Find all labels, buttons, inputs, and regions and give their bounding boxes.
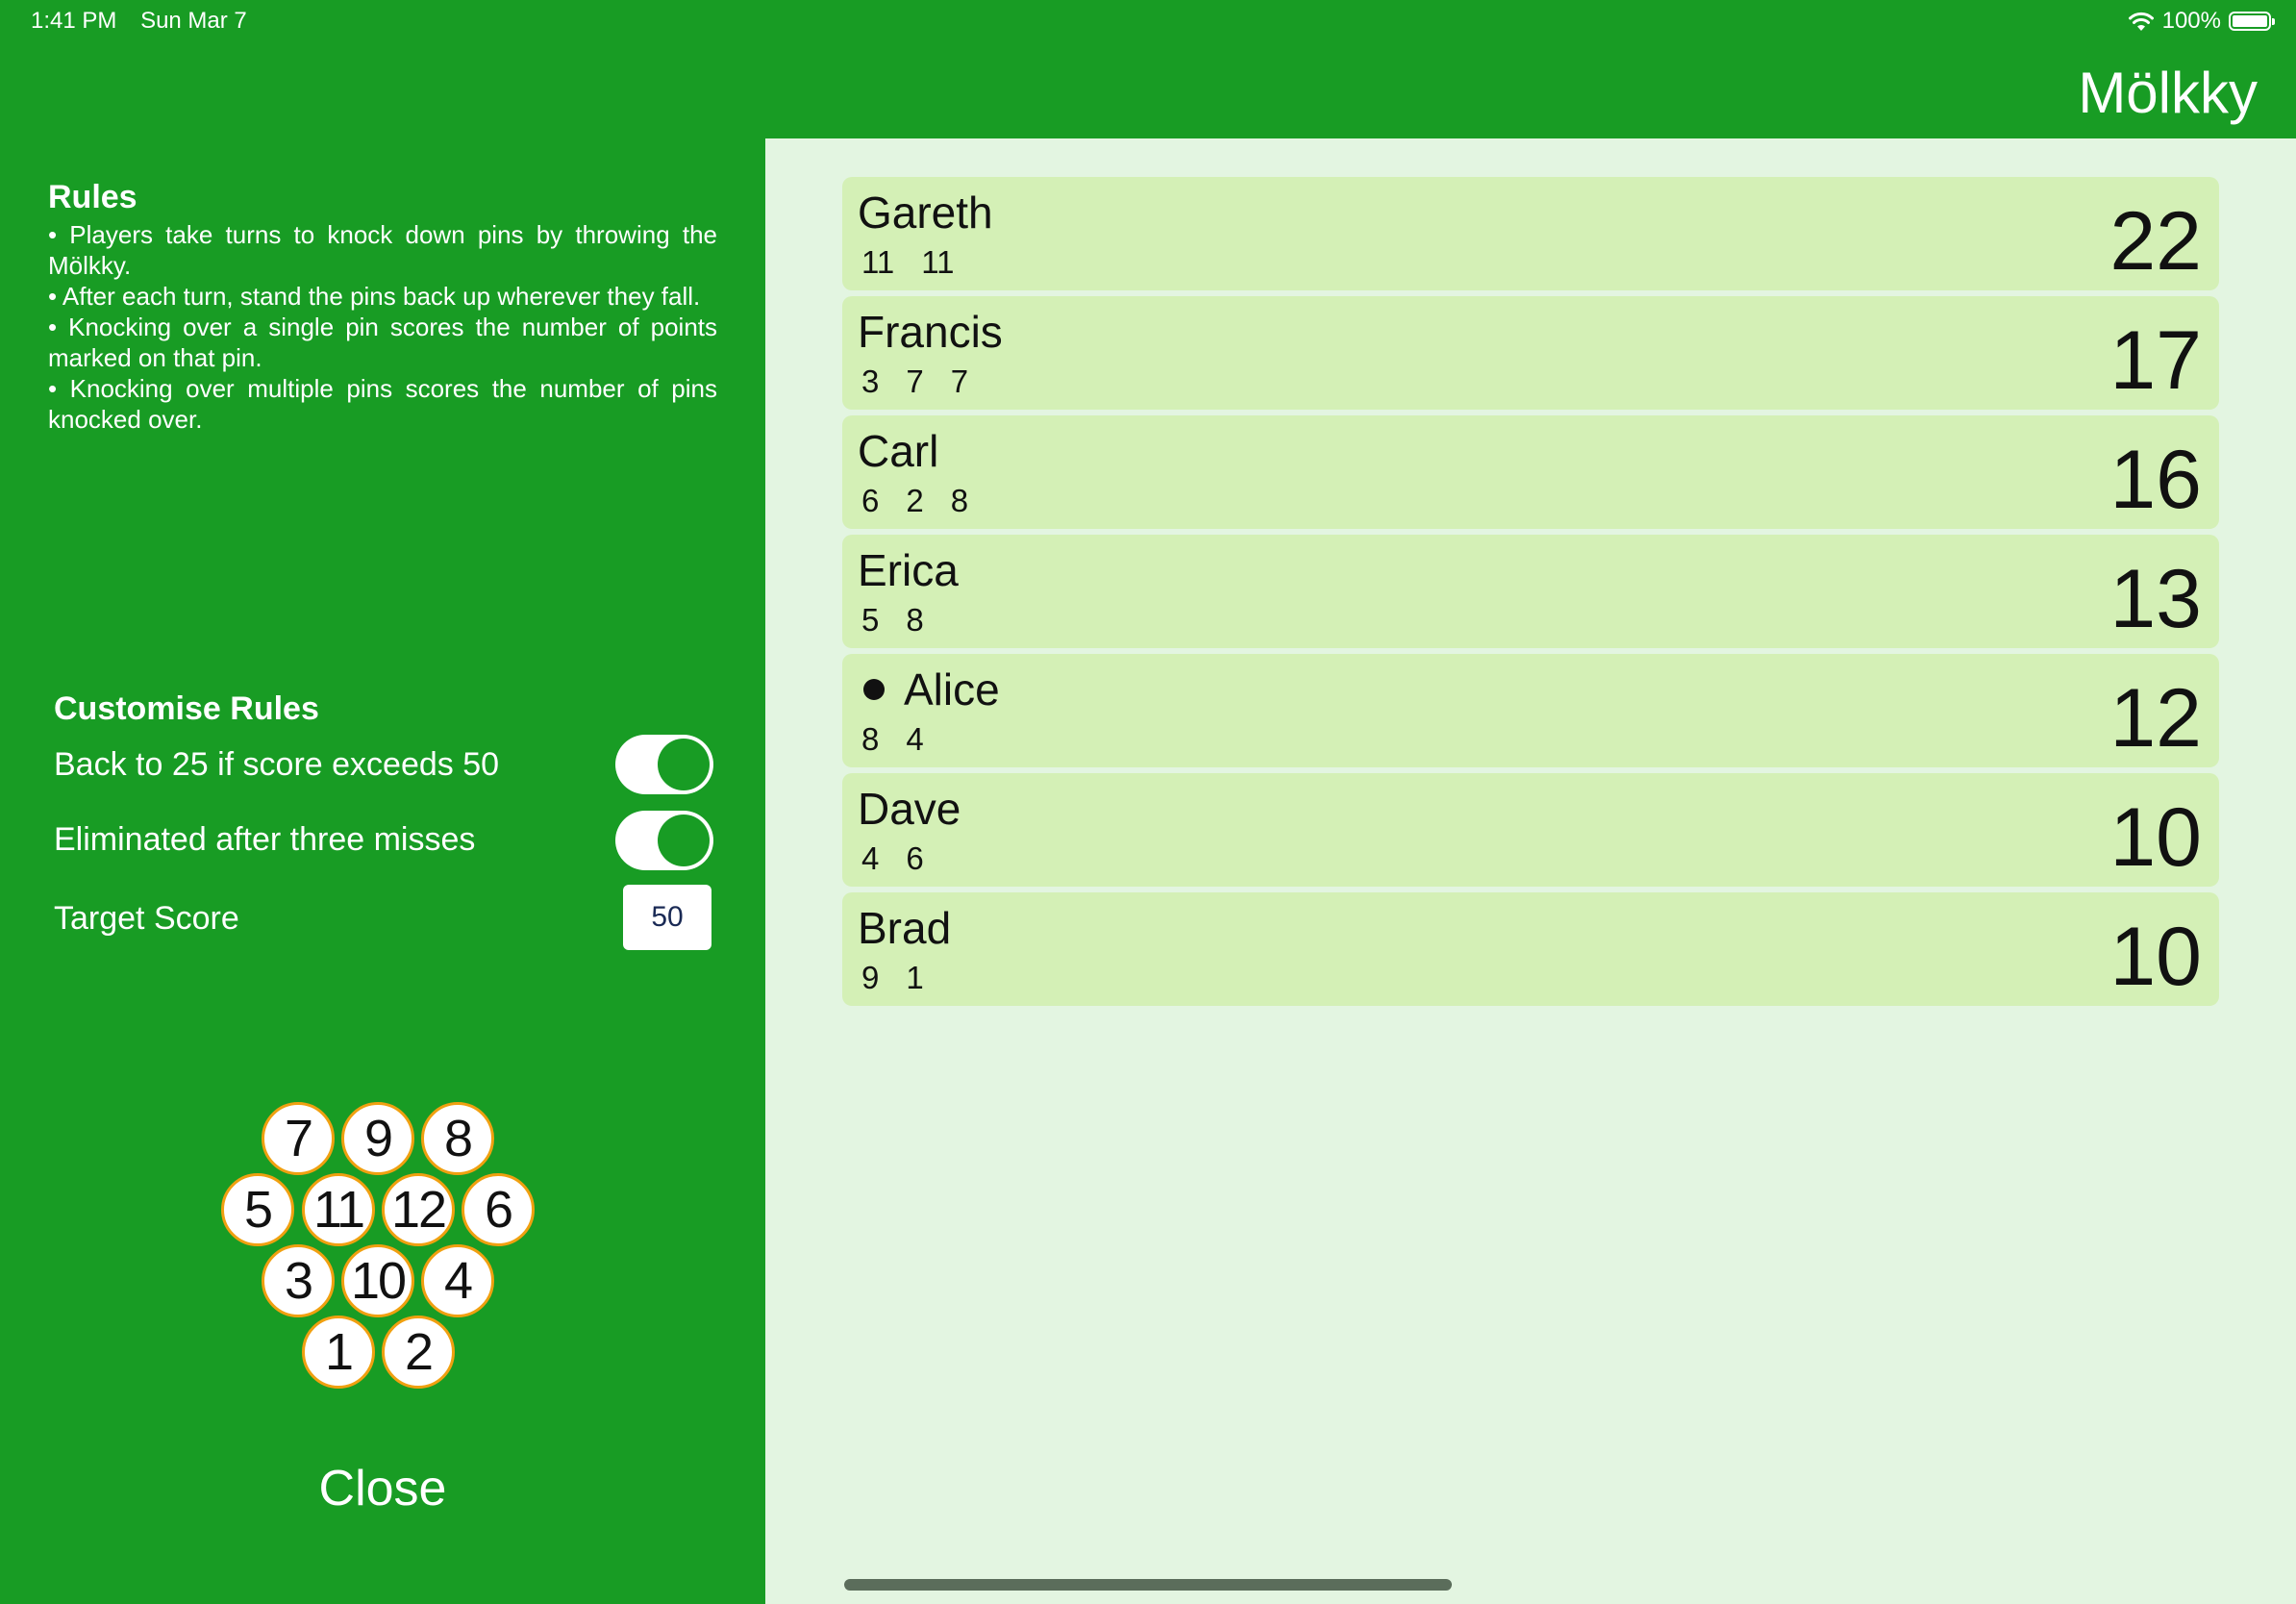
target-score-input[interactable]: 50 (623, 885, 711, 950)
throw-score: 8 (861, 721, 880, 757)
player-row[interactable]: Brad 9 1 10 (842, 892, 2219, 1006)
pin[interactable]: 10 (341, 1244, 414, 1317)
home-indicator[interactable] (844, 1579, 1452, 1591)
throw-score: 3 (861, 363, 880, 399)
pin[interactable]: 6 (462, 1173, 535, 1246)
pin[interactable]: 3 (262, 1244, 335, 1317)
throw-score: 6 (861, 483, 880, 518)
rule-item: • Knocking over multiple pins scores the… (48, 374, 717, 434)
customise-rules-heading: Customise Rules (54, 690, 319, 727)
throw-score: 2 (906, 483, 924, 518)
current-turn-dot-icon (863, 679, 885, 700)
player-throws: 5 8 (861, 602, 924, 639)
player-total-score: 10 (2109, 791, 2202, 884)
player-row[interactable]: Gareth 11 11 22 (842, 177, 2219, 290)
pin[interactable]: 11 (302, 1173, 375, 1246)
player-name: Dave (858, 784, 961, 834)
back-to-25-toggle[interactable] (615, 735, 713, 794)
status-bar-time: 1:41 PM Sun Mar 7 (31, 8, 247, 35)
rules-heading: Rules (48, 179, 137, 215)
rule-item: • Players take turns to knock down pins … (48, 220, 717, 280)
rule-item: • Knocking over a single pin scores the … (48, 313, 717, 372)
player-total-score: 12 (2109, 672, 2202, 764)
toggle-knob (658, 739, 710, 790)
throw-score: 5 (861, 602, 880, 638)
throw-score: 7 (906, 363, 924, 399)
status-time: 1:41 PM (31, 8, 117, 34)
battery-percent: 100% (2161, 8, 2221, 34)
option-back-to-25-label: Back to 25 if score exceeds 50 (54, 746, 500, 783)
wifi-icon (2128, 12, 2154, 31)
player-row[interactable]: Carl 6 2 8 16 (842, 415, 2219, 529)
player-throws: 6 2 8 (861, 483, 968, 519)
rules-list: • Players take turns to knock down pins … (48, 219, 717, 435)
status-bar-right: 100% (2128, 8, 2275, 35)
player-throws: 8 4 (861, 721, 924, 758)
player-throws: 11 11 (861, 244, 955, 281)
rule-item: • After each turn, stand the pins back u… (48, 282, 701, 311)
player-total-score: 16 (2109, 434, 2202, 526)
toggle-knob (658, 815, 710, 866)
pin[interactable]: 12 (382, 1173, 455, 1246)
player-name-wrapper: Alice (858, 664, 1000, 715)
player-total-score: 10 (2109, 911, 2202, 1003)
throw-score: 6 (906, 840, 924, 876)
player-name: Carl (858, 426, 939, 476)
player-row-current[interactable]: Alice 8 4 12 (842, 654, 2219, 767)
app-title: Mölkky (2078, 61, 2258, 125)
pin[interactable]: 8 (421, 1102, 494, 1175)
target-score-label: Target Score (54, 900, 239, 937)
pin[interactable]: 1 (302, 1316, 375, 1389)
pin[interactable]: 5 (221, 1173, 294, 1246)
option-eliminated-label: Eliminated after three misses (54, 821, 476, 858)
pin[interactable]: 7 (262, 1102, 335, 1175)
throw-score: 8 (950, 483, 969, 518)
battery-icon (2229, 12, 2275, 31)
player-name: Francis (858, 307, 1003, 357)
throw-score: 4 (861, 840, 880, 876)
player-total-score: 17 (2109, 314, 2202, 407)
player-total-score: 13 (2109, 553, 2202, 645)
close-button[interactable]: Close (288, 1460, 477, 1517)
throw-score: 1 (906, 960, 924, 995)
player-row[interactable]: Francis 3 7 7 17 (842, 296, 2219, 410)
player-name: Alice (904, 664, 1000, 714)
player-row[interactable]: Dave 4 6 10 (842, 773, 2219, 887)
player-name: Erica (858, 545, 959, 595)
pin[interactable]: 2 (382, 1316, 455, 1389)
player-name: Gareth (858, 188, 993, 238)
player-throws: 3 7 7 (861, 363, 968, 400)
throw-score: 8 (906, 602, 924, 638)
throw-score: 9 (861, 960, 880, 995)
throw-score: 7 (950, 363, 969, 399)
throw-score: 4 (906, 721, 924, 757)
status-date: Sun Mar 7 (140, 8, 247, 34)
eliminated-toggle[interactable] (615, 811, 713, 870)
player-name: Brad (858, 903, 952, 953)
throw-score: 11 (921, 244, 955, 280)
player-row[interactable]: Erica 5 8 13 (842, 535, 2219, 648)
player-throws: 4 6 (861, 840, 924, 877)
throw-score: 11 (861, 244, 895, 280)
pin[interactable]: 4 (421, 1244, 494, 1317)
player-total-score: 22 (2109, 195, 2202, 288)
sidebar: 1:41 PM Sun Mar 7 Rules • Players take t… (0, 0, 765, 1604)
player-throws: 9 1 (861, 960, 924, 996)
pin[interactable]: 9 (341, 1102, 414, 1175)
